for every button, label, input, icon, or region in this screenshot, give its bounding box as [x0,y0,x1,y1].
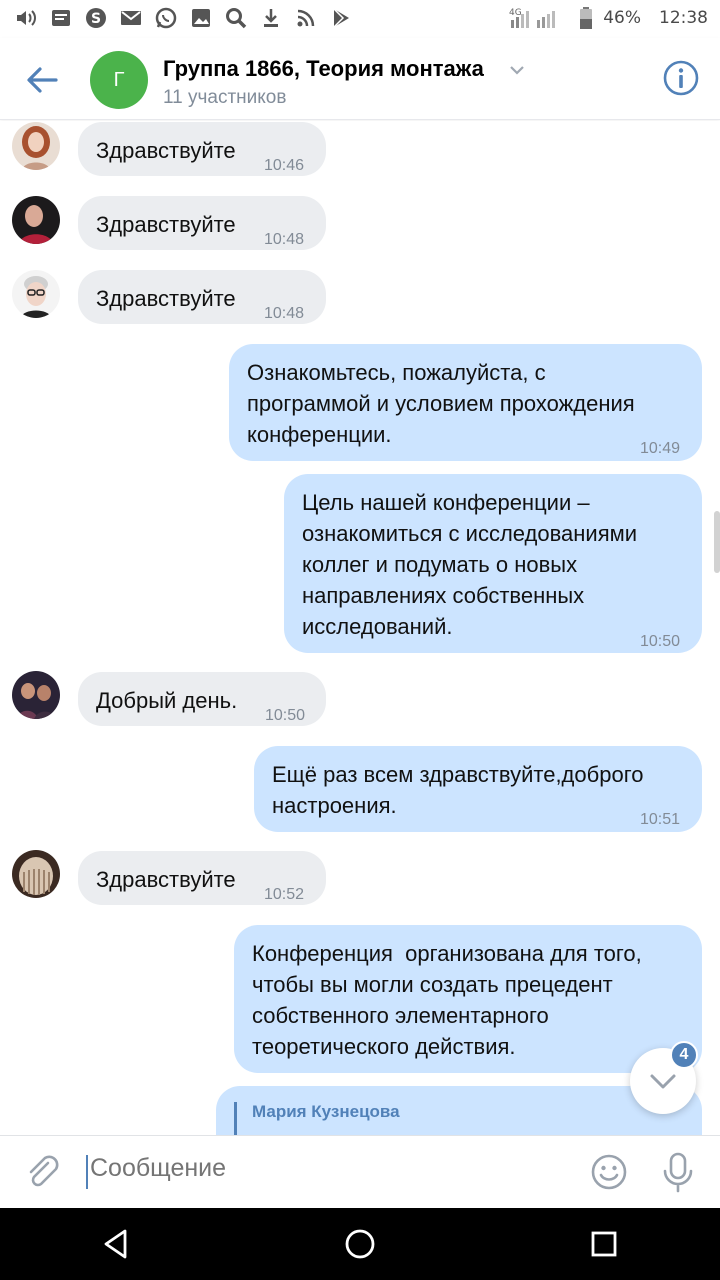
info-icon[interactable] [662,59,700,97]
message-time: 10:50 [640,633,681,650]
svg-text:S: S [91,11,101,27]
scrollbar[interactable] [714,511,720,573]
message-text: Добрый день. [96,688,238,713]
message-line: теоретического действия. [252,1034,516,1059]
chevron-down-icon[interactable] [508,64,526,76]
message-text: Здравствуйте [96,212,236,237]
system-navigation-bar [0,1208,720,1280]
message-icon [52,10,70,26]
battery-icon [580,7,593,29]
message-line: программой и условием прохождения [247,391,635,416]
message-line: направлениях собственных [302,583,585,608]
message-line: ознакомиться с исследованиями [302,521,638,546]
chat-title[interactable]: Группа 1866, Теория монтажа [163,56,484,82]
avatar[interactable] [12,270,60,318]
message-time: 10:46 [264,157,305,174]
message-text: Здравствуйте [96,138,236,163]
message-composer [0,1135,720,1208]
message-line: чтобы вы могли создать прецедент [252,972,613,997]
message-bubble[interactable]: Здравствуйте 10:52 [78,851,326,905]
message-time: 10:49 [640,440,681,457]
paperclip-icon[interactable] [22,1152,62,1192]
group-avatar[interactable]: Г [90,51,148,109]
message-line: Ознакомьтесь, пожалуйста, с [247,360,546,385]
rss-icon [297,9,315,27]
status-bar: S 4G 46% 12:38 [0,0,720,38]
message-time: 10:51 [640,811,681,828]
message-line: Ещё раз всем здравствуйте,доброго [272,762,644,787]
whatsapp-icon [155,7,177,29]
download-icon [264,9,278,27]
mail-icon [121,11,141,25]
message-outgoing[interactable]: Ещё раз всем здравствуйте,доброго настро… [254,746,702,832]
search-icon [226,8,247,29]
nav-back-icon[interactable] [98,1226,134,1262]
message-outgoing[interactable]: Ознакомьтесь, пожалуйста, с программой и… [229,344,702,461]
message-line: конференции. [247,422,392,447]
avatar[interactable] [12,122,60,170]
unread-badge: 4 [670,1041,698,1069]
text-cursor [86,1155,88,1189]
message-time: 10:50 [265,707,306,724]
avatar[interactable] [12,671,60,719]
battery-level: 46% [603,8,641,28]
message-line: Конференция организована для того, [252,941,642,966]
microphone-icon[interactable] [660,1151,696,1193]
reply-quote-bar [234,1102,237,1135]
notification-icons: S [14,6,353,30]
message-bubble[interactable]: Здравствуйте 10:48 [78,196,326,250]
message-list[interactable]: Здравствуйте 10:46 Здравствуйте 10:48 Зд… [0,121,720,1135]
smile-icon[interactable] [590,1153,628,1191]
message-text: Здравствуйте [96,867,236,892]
message-line: настроения. [272,793,397,818]
avatar[interactable] [12,850,60,898]
clock: 12:38 [659,8,708,28]
message-time: 10:48 [264,305,305,322]
message-text: Здравствуйте [96,286,236,311]
message-bubble[interactable]: Здравствуйте 10:48 [78,270,326,324]
group-avatar-letter: Г [113,68,125,91]
chat-header: Г Группа 1866, Теория монтажа 11 участни… [0,38,720,120]
nav-recents-icon[interactable] [586,1226,622,1262]
reply-author: Мария Кузнецова [252,1102,400,1121]
message-input[interactable] [90,1154,550,1183]
gallery-icon [192,9,210,27]
member-count: 11 участников [163,87,287,108]
nav-home-icon[interactable] [342,1226,378,1262]
signal-icon: 4G [509,8,556,28]
network-type: 4G [509,8,522,18]
system-status: 4G 46% 12:38 [509,6,708,30]
message-bubble[interactable]: Добрый день. 10:50 [78,672,326,726]
message-line: Цель нашей конференции – [302,490,590,515]
message-time: 10:48 [264,231,305,248]
volume-icon [17,10,36,26]
back-arrow-icon[interactable] [22,60,62,100]
message-line: собственного элементарного [252,1003,549,1028]
avatar[interactable] [12,196,60,244]
message-line: исследований. [302,614,453,639]
play-store-icon [333,8,349,28]
skype-icon: S [86,8,106,28]
message-bubble[interactable]: Здравствуйте 10:46 [78,122,326,176]
message-time: 10:52 [264,886,305,903]
message-outgoing[interactable]: Цель нашей конференции – ознакомиться с … [284,474,702,653]
message-line: коллег и подумать о новых [302,552,578,577]
